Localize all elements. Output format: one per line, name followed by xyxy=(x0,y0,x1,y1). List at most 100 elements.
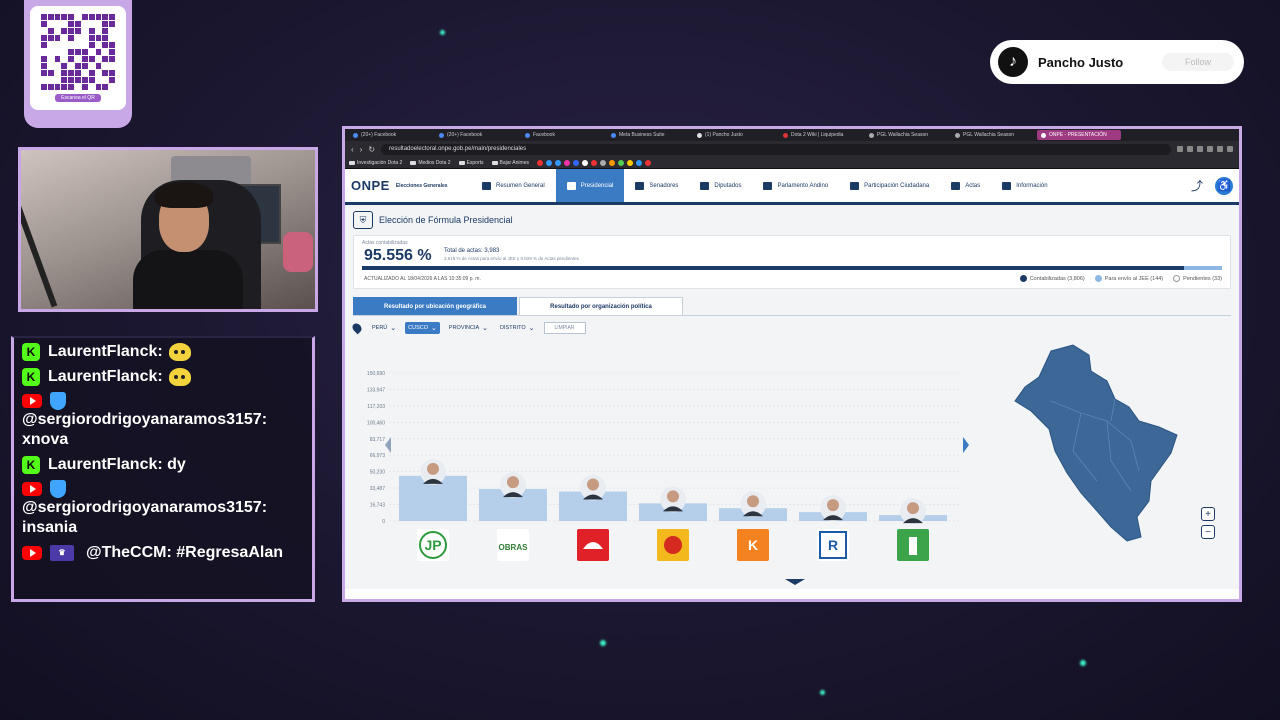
qr-module xyxy=(102,14,109,20)
reload-icon[interactable]: ↻ xyxy=(368,145,375,154)
nav-actas[interactable]: Actas xyxy=(940,169,991,202)
browser-tab[interactable]: PGL Wallachia Season xyxy=(951,130,1035,140)
chat-text: insania xyxy=(22,519,78,536)
map-region-shape[interactable] xyxy=(1014,344,1178,542)
clear-filters-button[interactable]: LIMPIAR xyxy=(543,322,586,334)
bookmark-icon[interactable] xyxy=(599,159,606,166)
browser-tab[interactable]: (1) Pancho Justo xyxy=(693,130,777,140)
nav-resumen-general[interactable]: Resumen General xyxy=(471,169,556,202)
browser-tab[interactable]: Facebook xyxy=(521,130,605,140)
progress-fill xyxy=(362,266,1184,270)
qr-module xyxy=(109,70,115,76)
bookmark-folder[interactable]: Bajar Animes xyxy=(491,160,529,166)
browser-tab[interactable]: (20+) Facebook xyxy=(349,130,433,140)
chat-user: LaurentFlanck: xyxy=(48,368,163,385)
nav-diputados[interactable]: Diputados xyxy=(689,169,752,202)
browser-tab[interactable]: Dota 2 Wiki | Liquipedia xyxy=(779,130,863,140)
browser-tab[interactable]: Meta Business Suite xyxy=(607,130,691,140)
nav-label: Actas xyxy=(965,182,981,189)
bookmark-icon[interactable] xyxy=(572,159,579,166)
qr-module xyxy=(88,70,95,76)
coat-of-arms-icon: ⛨ xyxy=(353,211,373,229)
country-select[interactable]: PERÚ ⌄ xyxy=(369,322,399,334)
qr-module xyxy=(68,84,75,90)
browser-tab-active[interactable]: ONPE - PRESENTACIÓN xyxy=(1037,130,1121,140)
nav-parlamento-andino[interactable]: Parlamento Andino xyxy=(752,169,839,202)
bookmark-icon[interactable] xyxy=(563,159,570,166)
back-icon[interactable]: ‹ xyxy=(351,145,354,154)
seal-icon xyxy=(566,181,576,190)
bookmark-icon[interactable] xyxy=(635,159,642,166)
qr-module xyxy=(61,84,68,90)
candidate-face xyxy=(907,502,919,515)
nav-participacion-ciudadana[interactable]: Participación Ciudadana xyxy=(839,169,940,202)
browser-tab[interactable]: (20+) Facebook xyxy=(435,130,519,140)
browser-tab[interactable]: PGL Wallachia Season xyxy=(865,130,949,140)
province-select[interactable]: PROVINCIA ⌄ xyxy=(446,322,491,334)
extension-icon[interactable] xyxy=(1207,146,1213,152)
bookmark-folder[interactable]: Esports xyxy=(458,160,484,166)
qr-module xyxy=(47,21,54,27)
favicon-icon xyxy=(525,132,530,138)
follow-button[interactable]: Follow xyxy=(1162,53,1234,71)
qr-module xyxy=(88,35,95,41)
qr-caption: Escanea el QR xyxy=(55,94,101,102)
qr-module xyxy=(41,84,47,90)
nav-label: Participación Ciudadana xyxy=(864,182,930,189)
bookmark-icon[interactable] xyxy=(581,159,588,166)
qr-code[interactable] xyxy=(41,14,115,90)
qr-module xyxy=(109,56,115,62)
bookmark-icon[interactable] xyxy=(608,159,615,166)
qr-module xyxy=(95,70,102,76)
bookmark-icon[interactable] xyxy=(644,159,651,166)
chat-user: @TheCCM: xyxy=(86,544,172,561)
qr-module xyxy=(75,42,81,48)
tab-ubicacion-geografica[interactable]: Resultado por ubicación geográfica xyxy=(353,297,517,315)
forward-icon[interactable]: › xyxy=(360,145,363,154)
carousel-next-icon[interactable] xyxy=(963,437,969,453)
url-field[interactable]: resultadoelectoral.onpe.gob.pe/main/pres… xyxy=(381,143,1171,155)
extension-icon[interactable] xyxy=(1227,146,1233,152)
district-select[interactable]: DISTRITO ⌄ xyxy=(497,322,537,334)
extension-icon[interactable] xyxy=(1177,146,1183,152)
bookmark-folder[interactable]: Investigación Dota 2 xyxy=(349,160,402,166)
share-icon[interactable]: ⤴ xyxy=(1191,177,1203,194)
qr-module xyxy=(81,84,88,90)
qr-module xyxy=(95,35,102,41)
extension-icon[interactable] xyxy=(1217,146,1223,152)
actas-breakdown: 3.615 % de Actas para envío al JEE y 0.8… xyxy=(444,256,579,261)
zoom-out-button[interactable]: − xyxy=(1201,525,1215,539)
extension-icon[interactable] xyxy=(1197,146,1203,152)
department-select[interactable]: CUSCO ⌄ xyxy=(405,322,440,334)
qr-module xyxy=(61,28,68,34)
bookmark-icon[interactable] xyxy=(545,159,552,166)
qr-module xyxy=(88,84,95,90)
scroll-down-arrow-icon[interactable] xyxy=(785,579,805,585)
chat-message: K LaurentFlanck: xyxy=(22,342,306,362)
kick-icon: K xyxy=(22,343,40,361)
bookmark-icon[interactable] xyxy=(617,159,624,166)
extension-icon[interactable] xyxy=(1187,146,1193,152)
accessibility-icon[interactable]: ♿ xyxy=(1215,176,1233,195)
cusco-region-map[interactable] xyxy=(1011,341,1191,551)
bookmark-icon[interactable] xyxy=(554,159,561,166)
qr-module xyxy=(41,35,47,41)
nav-presidencial[interactable]: Presidencial xyxy=(555,169,625,202)
bookmark-icon[interactable] xyxy=(626,159,633,166)
qr-module xyxy=(102,35,109,41)
nav-informacion[interactable]: Información xyxy=(991,169,1058,202)
zoom-in-button[interactable]: + xyxy=(1201,507,1215,521)
onpe-logo[interactable]: ONPE Elecciones Generales xyxy=(345,178,471,193)
qr-module xyxy=(61,70,68,76)
youtube-icon xyxy=(22,394,42,408)
nav-senadores[interactable]: Senadores xyxy=(624,169,689,202)
tab-organizacion-politica[interactable]: Resultado por organización política xyxy=(519,297,683,315)
bookmark-folder[interactable]: Medios Dota 2 xyxy=(410,160,451,166)
bookmark-icon[interactable] xyxy=(536,159,543,166)
bookmark-icon[interactable] xyxy=(590,159,597,166)
qr-module xyxy=(81,35,88,41)
chat-text: dy xyxy=(167,456,186,473)
candidate-face xyxy=(747,495,759,508)
carousel-prev-icon[interactable] xyxy=(385,437,391,453)
qr-module xyxy=(88,49,95,55)
